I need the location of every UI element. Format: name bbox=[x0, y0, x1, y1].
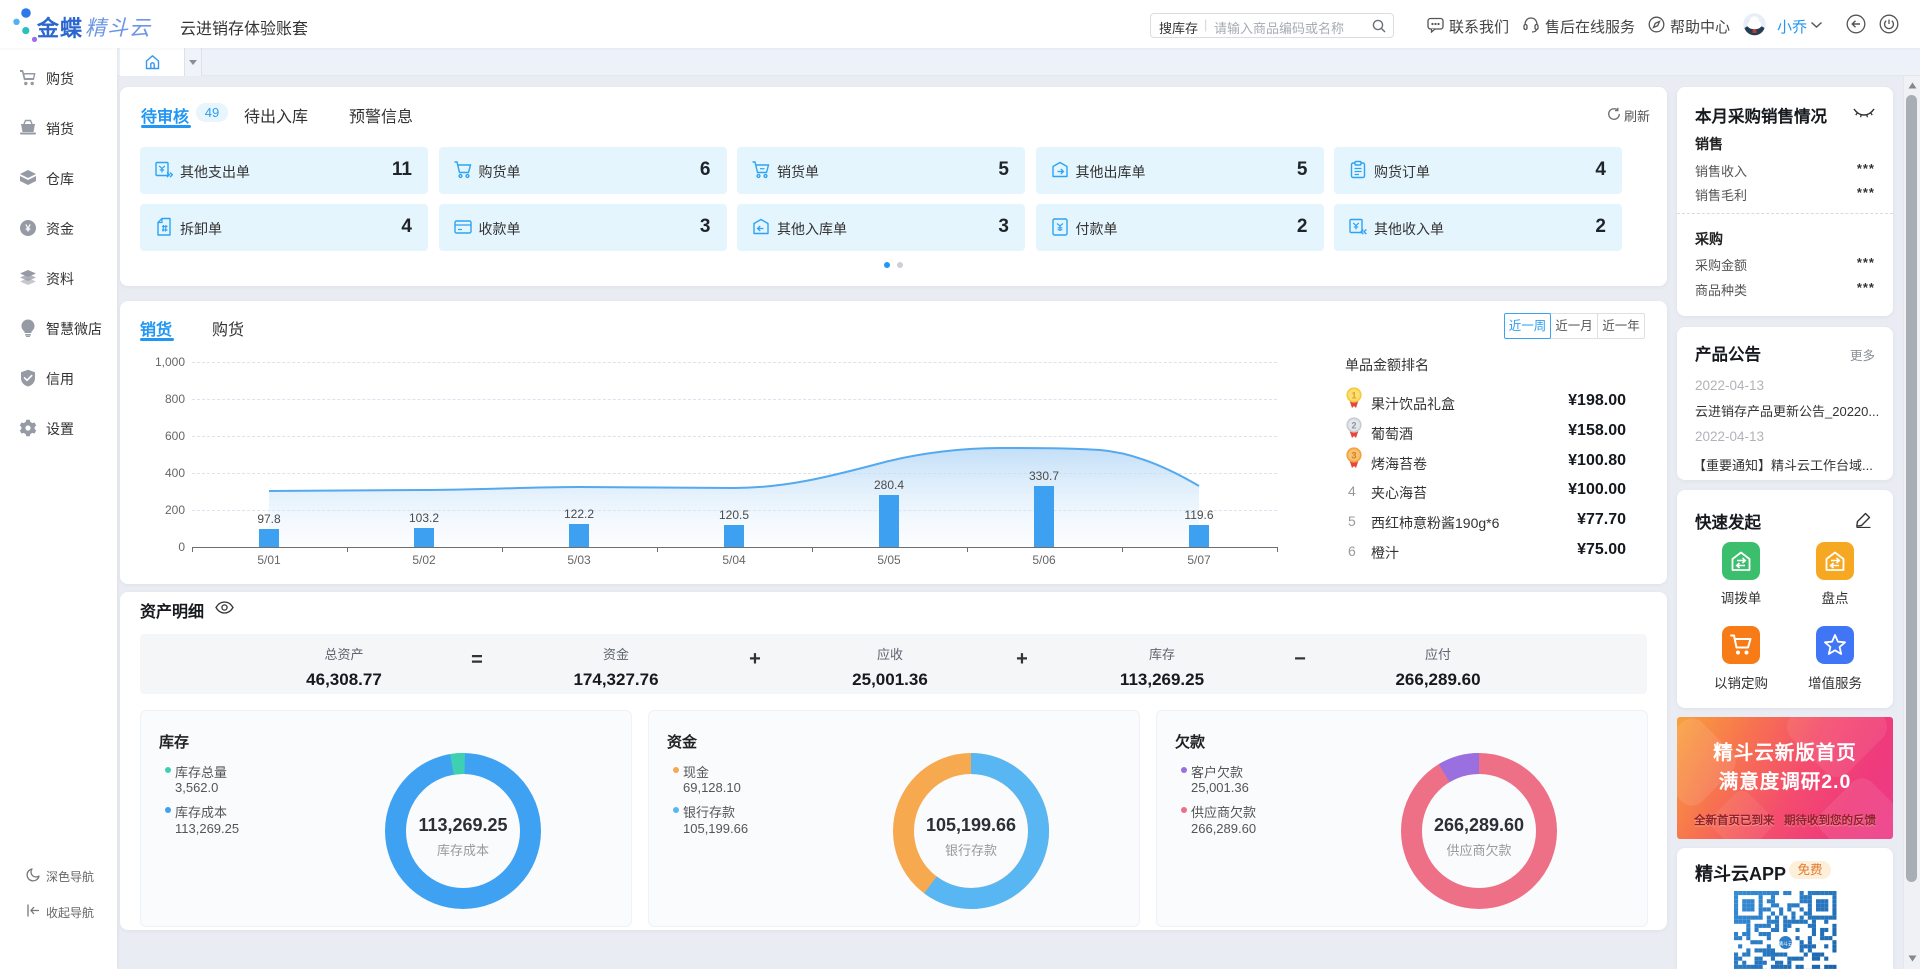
svg-text:2: 2 bbox=[1351, 420, 1356, 430]
svg-text:3: 3 bbox=[1351, 450, 1356, 460]
svg-text:1: 1 bbox=[1351, 390, 1356, 400]
svg-text:¥: ¥ bbox=[25, 224, 31, 235]
svg-text:精斗云: 精斗云 bbox=[1778, 941, 1793, 948]
